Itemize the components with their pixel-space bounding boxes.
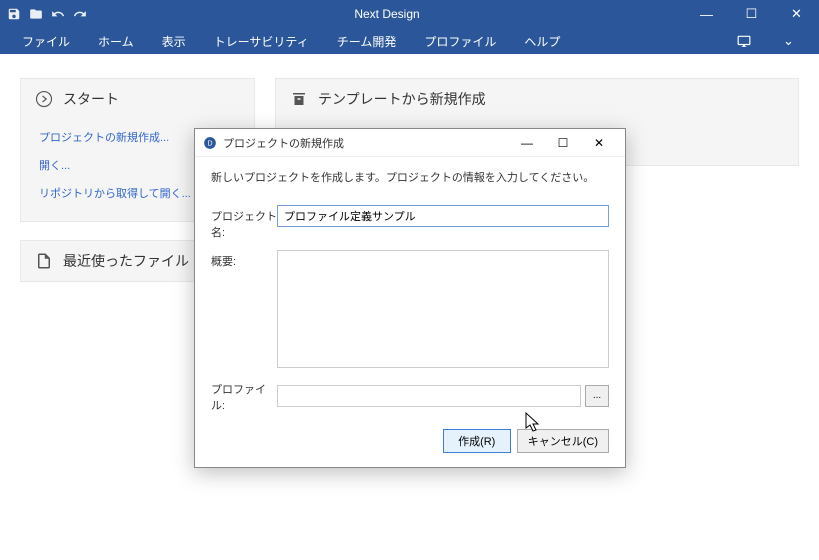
cancel-button[interactable]: キャンセル(C) xyxy=(517,429,609,453)
project-name-label: プロジェクト名: xyxy=(211,205,277,240)
profile-input[interactable] xyxy=(277,385,581,407)
templates-panel-header: テンプレートから新規作成 xyxy=(276,79,798,119)
archive-icon xyxy=(290,90,308,108)
dialog-maximize[interactable]: ☐ xyxy=(545,132,581,154)
open-folder-icon[interactable] xyxy=(26,4,46,24)
menubar: ファイル ホーム 表示 トレーサビリティ チーム開発 プロファイル ヘルプ ⌄ xyxy=(0,28,819,54)
menu-help[interactable]: ヘルプ xyxy=(510,28,574,54)
create-button[interactable]: 作成(R) xyxy=(443,429,511,453)
dialog-body: 新しいプロジェクトを作成します。プロジェクトの情報を入力してください。 プロジェ… xyxy=(195,157,625,429)
summary-label: 概要: xyxy=(211,250,277,269)
window-title: Next Design xyxy=(90,7,684,21)
window-controls: — ☐ ✕ xyxy=(684,0,819,28)
browse-button[interactable]: ... xyxy=(585,385,609,407)
menu-view[interactable]: 表示 xyxy=(148,28,200,54)
menu-home[interactable]: ホーム xyxy=(84,28,148,54)
dialog-description: 新しいプロジェクトを作成します。プロジェクトの情報を入力してください。 xyxy=(211,169,609,185)
app-icon: D xyxy=(203,136,217,150)
save-icon[interactable] xyxy=(4,4,24,24)
project-name-input[interactable] xyxy=(277,205,609,227)
templates-panel-title: テンプレートから新規作成 xyxy=(318,89,486,109)
summary-textarea[interactable] xyxy=(277,250,609,368)
dialog-footer: 作成(R) キャンセル(C) xyxy=(195,429,625,467)
new-project-dialog: D プロジェクトの新規作成 — ☐ ✕ 新しいプロジェクトを作成します。プロジェ… xyxy=(194,128,626,468)
file-icon xyxy=(35,252,53,270)
menu-file[interactable]: ファイル xyxy=(8,28,84,54)
menu-team[interactable]: チーム開発 xyxy=(323,28,411,54)
svg-text:D: D xyxy=(207,140,212,147)
dialog-titlebar[interactable]: D プロジェクトの新規作成 — ☐ ✕ xyxy=(195,129,625,157)
arrow-right-circle-icon xyxy=(35,90,53,108)
dialog-close[interactable]: ✕ xyxy=(581,132,617,154)
dialog-title: プロジェクトの新規作成 xyxy=(223,135,509,151)
chevron-down-icon[interactable]: ⌄ xyxy=(766,27,811,55)
maximize-button[interactable]: ☐ xyxy=(729,0,774,28)
start-panel-title: スタート xyxy=(63,89,119,109)
dialog-minimize[interactable]: — xyxy=(509,132,545,154)
menu-profile[interactable]: プロファイル xyxy=(410,28,510,54)
redo-icon[interactable] xyxy=(70,4,90,24)
profile-label: プロファイル: xyxy=(211,378,277,413)
quick-access-toolbar xyxy=(0,4,90,24)
undo-icon[interactable] xyxy=(48,4,68,24)
minimize-button[interactable]: — xyxy=(684,0,729,28)
start-panel-header: スタート xyxy=(21,79,254,119)
menu-traceability[interactable]: トレーサビリティ xyxy=(200,28,323,54)
close-button[interactable]: ✕ xyxy=(774,0,819,28)
recent-panel-title: 最近使ったファイル xyxy=(63,251,189,271)
display-icon[interactable] xyxy=(721,27,766,55)
window-titlebar: Next Design — ☐ ✕ xyxy=(0,0,819,28)
